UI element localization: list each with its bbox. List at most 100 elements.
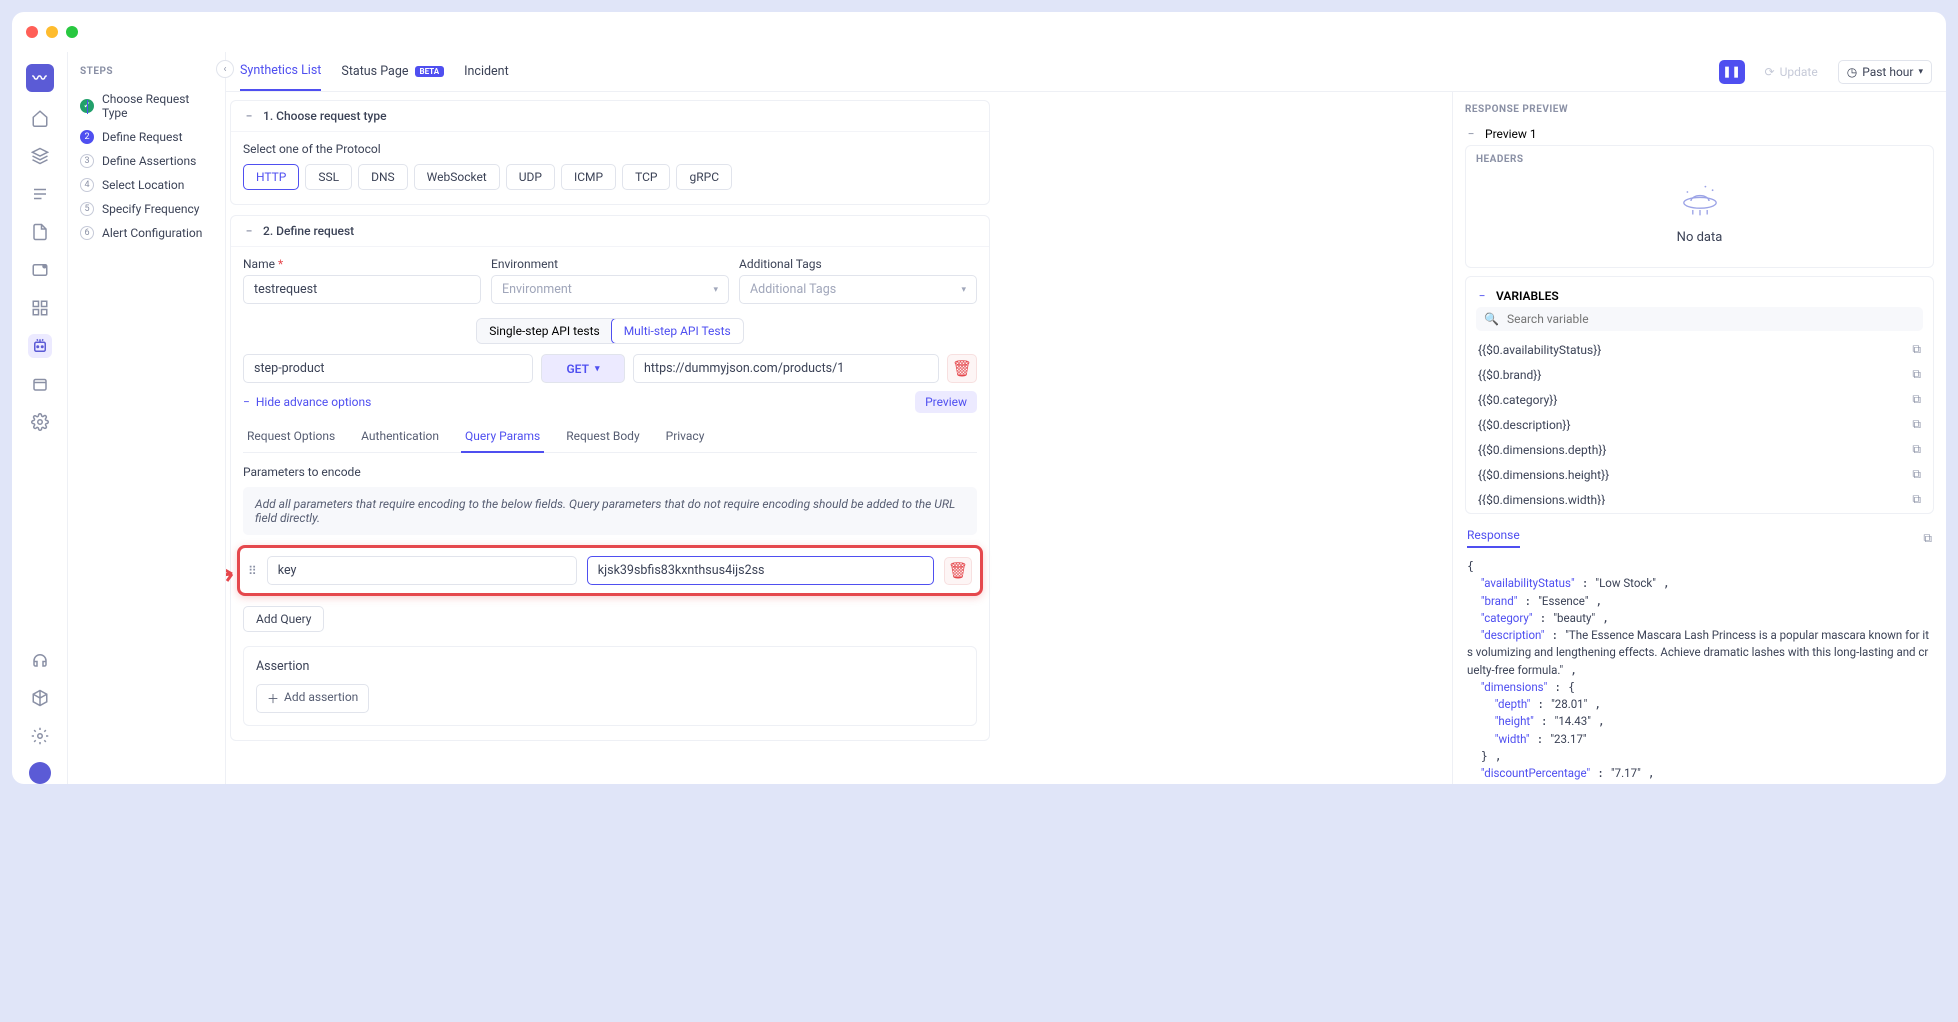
test-mode-toggle: Single-step API tests Multi-step API Tes… xyxy=(476,318,743,344)
protocol-button[interactable]: ICMP xyxy=(561,164,616,190)
protocol-button[interactable]: SSL xyxy=(305,164,352,190)
tags-select[interactable]: Additional Tags▾ xyxy=(739,275,977,304)
protocol-button[interactable]: gRPC xyxy=(676,164,732,190)
param-value-input[interactable] xyxy=(587,556,934,585)
top-tab[interactable]: Synthetics List xyxy=(240,52,321,91)
add-query-button[interactable]: Add Query xyxy=(243,606,324,632)
headers-section: HEADERS No data xyxy=(1465,145,1934,268)
http-method-select[interactable]: GET▾ xyxy=(541,354,625,383)
inner-tab[interactable]: Query Params xyxy=(461,421,544,453)
copy-icon[interactable]: ⧉ xyxy=(1912,467,1921,482)
copy-icon[interactable]: ⧉ xyxy=(1912,492,1921,505)
file-icon[interactable] xyxy=(28,220,52,244)
topbar: Synthetics ListStatus Page BETAIncident … xyxy=(226,52,1946,92)
variable-item[interactable]: {{$0.dimensions.width}}⧉ xyxy=(1476,487,1923,505)
support-icon[interactable] xyxy=(28,648,52,672)
pause-button[interactable]: ❚❚ xyxy=(1719,60,1745,84)
single-step-option[interactable]: Single-step API tests xyxy=(477,319,611,343)
step-item[interactable]: ✓Choose Request Type xyxy=(68,87,225,125)
inner-tab[interactable]: Request Body xyxy=(562,421,643,452)
protocol-button[interactable]: UDP xyxy=(506,164,555,190)
ufo-icon xyxy=(1678,183,1722,219)
step-number: 6 xyxy=(80,226,94,240)
variable-item[interactable]: {{$0.category}}⧉ xyxy=(1476,387,1923,412)
url-input[interactable] xyxy=(633,354,939,383)
collapse-icon: − xyxy=(243,110,255,122)
close-window-icon[interactable] xyxy=(26,26,38,38)
protocol-button[interactable]: TCP xyxy=(622,164,670,190)
notification-icon[interactable] xyxy=(28,258,52,282)
section-request-type: − 1. Choose request type Select one of t… xyxy=(230,100,990,205)
chevron-down-icon: ▾ xyxy=(713,285,718,295)
environment-select[interactable]: Environment▾ xyxy=(491,275,729,304)
params-title: Parameters to encode xyxy=(243,465,977,479)
layers-icon[interactable] xyxy=(28,144,52,168)
protocol-label: Select one of the Protocol xyxy=(243,142,977,156)
delete-step-button[interactable]: 🗑 xyxy=(947,354,977,383)
step-item[interactable]: 3Define Assertions xyxy=(68,149,225,173)
inner-tab[interactable]: Privacy xyxy=(662,421,709,452)
variable-item[interactable]: {{$0.description}}⧉ xyxy=(1476,412,1923,437)
delete-param-button[interactable]: 🗑 xyxy=(944,557,972,585)
app-logo[interactable]: 〰 xyxy=(26,64,54,92)
step-item[interactable]: 2Define Request xyxy=(68,125,225,149)
copy-icon[interactable]: ⧉ xyxy=(1912,342,1921,357)
protocol-button[interactable]: HTTP xyxy=(243,164,299,190)
preview-button[interactable]: Preview xyxy=(915,391,977,413)
variable-item[interactable]: {{$0.dimensions.depth}}⧉ xyxy=(1476,437,1923,462)
box-icon[interactable] xyxy=(28,372,52,396)
settings-icon[interactable] xyxy=(28,410,52,434)
grid-icon[interactable] xyxy=(28,296,52,320)
home-icon[interactable] xyxy=(28,106,52,130)
gear-icon[interactable] xyxy=(28,724,52,748)
variables-label: VARIABLES xyxy=(1496,289,1559,303)
copy-icon[interactable]: ⧉ xyxy=(1912,417,1921,432)
variable-search-input[interactable] xyxy=(1507,312,1915,326)
copy-icon[interactable]: ⧉ xyxy=(1912,442,1921,457)
preview-1-row[interactable]: −Preview 1 xyxy=(1465,123,1934,145)
list-icon[interactable] xyxy=(28,182,52,206)
collapse-steps-button[interactable]: ‹ xyxy=(216,60,234,78)
update-button[interactable]: ⟳Update xyxy=(1765,65,1818,79)
variable-item[interactable]: {{$0.availabilityStatus}}⧉ xyxy=(1476,337,1923,362)
section-1-header[interactable]: − 1. Choose request type xyxy=(231,101,989,131)
step-item[interactable]: 4Select Location xyxy=(68,173,225,197)
section-2-header[interactable]: − 2. Define request xyxy=(231,216,989,246)
protocol-button[interactable]: WebSocket xyxy=(414,164,500,190)
hide-advance-link[interactable]: −Hide advance options xyxy=(243,395,371,409)
chevron-down-icon: ▾ xyxy=(595,364,600,374)
step-name-input[interactable] xyxy=(243,354,533,383)
copy-icon[interactable]: ⧉ xyxy=(1912,367,1921,382)
top-tab[interactable]: Status Page BETA xyxy=(341,52,444,91)
variable-item[interactable]: {{$0.dimensions.height}}⧉ xyxy=(1476,462,1923,487)
time-range-select[interactable]: ◷Past hour▾ xyxy=(1838,60,1932,84)
protocol-button[interactable]: DNS xyxy=(358,164,408,190)
step-item[interactable]: 5Specify Frequency xyxy=(68,197,225,221)
drag-handle-icon[interactable]: ⠿ xyxy=(248,564,257,578)
variables-section: −VARIABLES 🔍 {{$0.availabilityStatus}}⧉{… xyxy=(1465,276,1934,514)
param-key-input[interactable] xyxy=(267,556,577,585)
variable-search[interactable]: 🔍 xyxy=(1476,307,1923,331)
nodata-label: No data xyxy=(1476,230,1923,245)
add-assertion-button[interactable]: ＋Add assertion xyxy=(256,684,369,713)
name-input[interactable] xyxy=(243,275,481,304)
avatar-icon[interactable] xyxy=(29,762,51,784)
maximize-window-icon[interactable] xyxy=(66,26,78,38)
form-area: − 1. Choose request type Select one of t… xyxy=(226,92,1452,784)
params-hint: Add all parameters that require encoding… xyxy=(243,487,977,535)
copy-icon[interactable]: ⧉ xyxy=(1912,392,1921,407)
inner-tab[interactable]: Request Options xyxy=(243,421,339,452)
multi-step-option[interactable]: Multi-step API Tests xyxy=(611,318,744,344)
minimize-window-icon[interactable] xyxy=(46,26,58,38)
inner-tab[interactable]: Authentication xyxy=(357,421,443,452)
cube-icon[interactable] xyxy=(28,686,52,710)
copy-icon[interactable]: ⧉ xyxy=(1923,531,1932,546)
top-tab[interactable]: Incident xyxy=(464,52,509,91)
synthetics-icon[interactable] xyxy=(28,334,52,358)
response-tab[interactable]: Response xyxy=(1467,528,1520,548)
variable-item[interactable]: {{$0.brand}}⧉ xyxy=(1476,362,1923,387)
main-area: Synthetics ListStatus Page BETAIncident … xyxy=(226,52,1946,784)
chevron-down-icon: ▾ xyxy=(1918,67,1923,77)
clock-icon: ◷ xyxy=(1847,65,1857,79)
step-item[interactable]: 6Alert Configuration xyxy=(68,221,225,245)
